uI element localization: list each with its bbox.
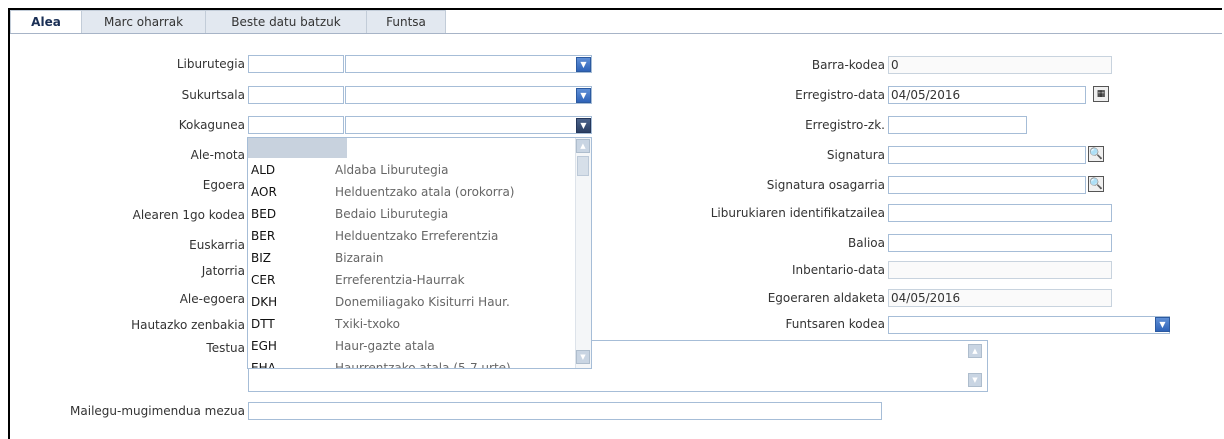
label-liburukiaren-identifikatzailea: Liburukiaren identifikatzailea xyxy=(710,206,885,220)
label-euskarria: Euskarria xyxy=(189,238,245,252)
label-signatura-osagarria: Signatura osagarria xyxy=(766,178,885,192)
tab-funtsa[interactable]: Funtsa xyxy=(366,10,446,33)
search-icon[interactable]: 🔍 xyxy=(1088,176,1104,192)
tab-marc-oharrak[interactable]: Marc oharrak xyxy=(81,10,206,33)
label-balioa: Balioa xyxy=(848,236,885,250)
egoeraren-aldaketa-input[interactable]: 04/05/2016 xyxy=(888,289,1112,307)
list-item[interactable]: AOR Helduentzako atala (orokorra) xyxy=(248,182,578,203)
liburutegia-select[interactable] xyxy=(345,55,592,73)
list-item[interactable]: BER Helduentzako Erreferentzia xyxy=(248,226,578,247)
kokagunea-dropdown-list[interactable]: ALD Aldaba Liburutegia AOR Helduentzako at… xyxy=(247,137,592,369)
list-item[interactable]: EGH Haur-gazte atala xyxy=(248,336,578,357)
label-mailegu-mugimendua: Mailegu-mugimendua mezua xyxy=(70,404,245,418)
label-erregistro-data: Erregistro-data xyxy=(795,88,885,102)
list-item[interactable]: ALD Aldaba Liburutegia xyxy=(248,160,578,181)
label-erregistro-zk: Erregistro-zk. xyxy=(805,118,885,132)
label-liburutegia: Liburutegia xyxy=(176,57,245,71)
scroll-up-icon[interactable]: ▲ xyxy=(968,344,982,358)
kokagunea-select[interactable] xyxy=(345,116,592,134)
label-jatorria: Jatorria xyxy=(201,264,245,278)
label-signatura: Signatura xyxy=(826,148,885,162)
mailegu-mugimendua-input[interactable] xyxy=(248,402,882,420)
list-item[interactable]: BED Bedaio Liburutegia xyxy=(248,204,578,225)
kokagunea-code-input[interactable] xyxy=(248,116,344,134)
label-egoeraren-aldaketa: Egoeraren aldaketa xyxy=(767,291,885,305)
label-egoera: Egoera xyxy=(202,178,245,192)
signatura-osagarria-input[interactable] xyxy=(888,176,1086,194)
scroll-up-icon[interactable]: ▲ xyxy=(576,139,590,153)
label-sukurtsala: Sukurtsala xyxy=(181,88,245,102)
erregistro-zk-input[interactable] xyxy=(888,116,1027,134)
chevron-down-icon[interactable]: ▼ xyxy=(576,57,591,72)
inbentario-data-input[interactable] xyxy=(888,261,1112,279)
chevron-down-icon[interactable]: ▼ xyxy=(1155,317,1170,332)
balioa-input[interactable] xyxy=(888,234,1112,252)
dropdown-scrollbar[interactable]: ▲ ▼ xyxy=(575,138,591,368)
tab-beste-datu-batzuk[interactable]: Beste datu batzuk xyxy=(205,10,367,33)
scroll-down-icon[interactable]: ▼ xyxy=(968,373,982,387)
list-item[interactable]: BIZ Bizarain xyxy=(248,248,578,269)
tab-alea[interactable]: Alea xyxy=(10,10,82,34)
label-barra-kodea: Barra-kodea xyxy=(811,58,885,72)
list-item[interactable]: DTT Txiki-txoko xyxy=(248,314,578,335)
label-hautazko-zenbakia: Hautazko zenbakia xyxy=(131,318,245,332)
funtsaren-kodea-select[interactable] xyxy=(888,316,1170,334)
search-icon[interactable]: 🔍 xyxy=(1088,146,1104,162)
label-kokagunea: Kokagunea xyxy=(178,118,245,132)
calendar-icon[interactable]: ▦ xyxy=(1093,86,1109,102)
list-item[interactable]: CER Erreferentzia-Haurrak xyxy=(248,270,578,291)
label-inbentario-data: Inbentario-data xyxy=(792,263,885,277)
scroll-down-icon[interactable]: ▼ xyxy=(576,350,590,364)
list-item[interactable]: DKH Donemiliagako Kisiturri Haur. xyxy=(248,292,578,313)
list-item[interactable]: EHA Haurrentzako atala (5-7 urte) xyxy=(248,358,578,368)
scroll-thumb[interactable] xyxy=(577,156,589,176)
liburutegia-code-input[interactable] xyxy=(248,55,344,73)
label-ale-mota: Ale-mota xyxy=(190,148,245,162)
sukurtsala-code-input[interactable] xyxy=(248,86,344,104)
chevron-down-icon[interactable]: ▼ xyxy=(576,118,591,133)
sukurtsala-select[interactable] xyxy=(345,86,592,104)
liburukiaren-identifikatzailea-input[interactable] xyxy=(888,204,1112,222)
label-alearen-1go-kodea: Alearen 1go kodea xyxy=(132,208,245,222)
erregistro-data-input[interactable]: 04/05/2016 xyxy=(888,86,1086,104)
signatura-input[interactable] xyxy=(888,146,1086,164)
barra-kodea-input[interactable]: 0 xyxy=(888,56,1112,74)
label-ale-egoera: Ale-egoera xyxy=(179,292,245,306)
tab-divider xyxy=(10,33,1222,34)
label-testua: Testua xyxy=(206,341,245,355)
label-funtsaren-kodea: Funtsaren kodea xyxy=(785,317,885,331)
chevron-down-icon[interactable]: ▼ xyxy=(576,88,591,103)
list-item-empty[interactable] xyxy=(248,138,347,158)
tab-bar: Alea Marc oharrak Beste datu batzuk Funt… xyxy=(10,10,446,34)
